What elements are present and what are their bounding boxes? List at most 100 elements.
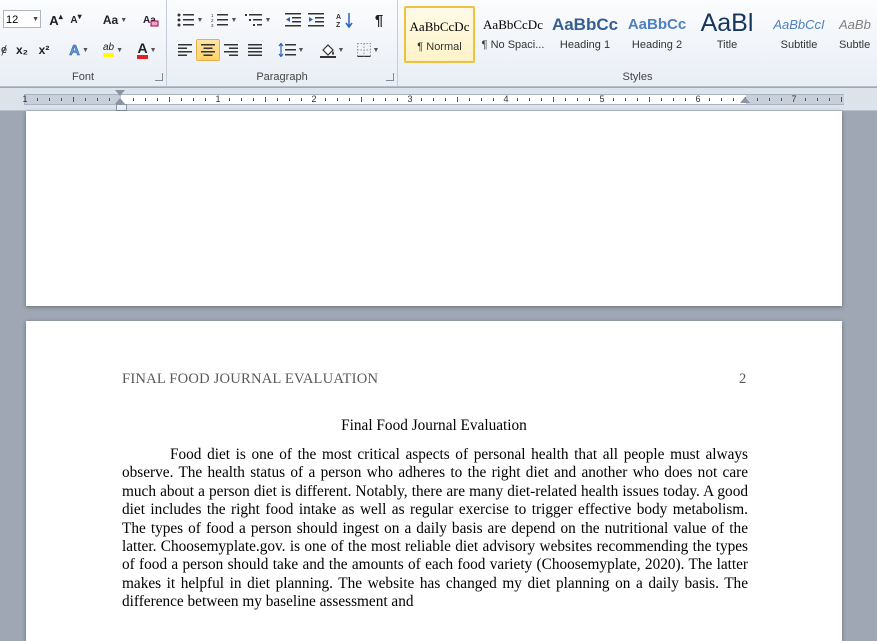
body-paragraph[interactable]: Food diet is one of the most critical as… <box>122 446 748 612</box>
numbering-button[interactable]: 1 2 3 ▼ <box>209 10 239 30</box>
ruler-tick <box>49 98 50 101</box>
ruler-tick <box>829 98 830 101</box>
ruler-tick <box>769 98 770 101</box>
sort-button[interactable]: AZ <box>335 10 355 30</box>
align-left-icon <box>178 44 192 56</box>
ruler-tick <box>433 98 434 101</box>
style-name: ¶ Normal <box>417 41 462 53</box>
style-no-spacing[interactable]: AaBbCcDc ¶ No Spaci... <box>477 6 549 63</box>
ruler-tick <box>193 98 194 101</box>
ruler-tick <box>553 97 554 102</box>
change-case-button[interactable]: Aa ▼ <box>102 10 128 30</box>
paragraph-group: ▼ 1 2 3 ▼ ▼ AZ ¶ ▼ ▼ ▼ Paragraph <box>167 0 398 86</box>
page-number: 2 <box>739 371 747 387</box>
superscript-icon: x² <box>38 43 50 57</box>
multilevel-list-button[interactable]: ▼ <box>243 10 273 30</box>
ruler-tick <box>133 98 134 101</box>
increase-indent-button[interactable] <box>306 10 326 30</box>
align-center-button[interactable] <box>196 39 220 61</box>
strikethrough-button[interactable]: ɇ <box>0 40 8 60</box>
font-dialog-launcher-icon[interactable] <box>155 73 163 81</box>
left-indent-marker[interactable] <box>116 104 127 111</box>
svg-text:Z: Z <box>336 22 341 28</box>
ruler-tick <box>421 98 422 101</box>
text-effects-button[interactable]: A ▼ <box>66 40 92 60</box>
paint-bucket-icon <box>319 44 336 58</box>
grow-font-icon: A <box>49 12 59 28</box>
change-case-icon: Aa <box>102 13 119 27</box>
font-size-value: 12 <box>6 14 19 26</box>
style-normal[interactable]: AaBbCcDc ¶ Normal <box>404 6 475 63</box>
ruler-tick <box>733 98 734 101</box>
ruler-tick <box>205 98 206 101</box>
align-left-button[interactable] <box>175 40 195 60</box>
strikethrough-icon: ɇ <box>0 44 8 56</box>
style-name: Subtitle <box>780 39 818 51</box>
style-subtle-emphasis[interactable]: AaBb Subtle <box>835 6 877 63</box>
font-group-label: Font <box>71 71 94 83</box>
svg-text:A: A <box>336 14 341 21</box>
first-line-indent-marker[interactable] <box>115 90 125 96</box>
increase-indent-icon <box>308 13 324 27</box>
font-color-button[interactable]: A ▼ <box>132 40 162 60</box>
superscript-button[interactable]: x² <box>35 40 53 60</box>
ruler-tick <box>73 97 74 102</box>
ruler-tick <box>277 98 278 101</box>
grow-font-button[interactable]: A ▴ <box>48 10 64 30</box>
show-formatting-marks-button[interactable]: ¶ <box>369 10 389 30</box>
ruler-number: 2 <box>311 94 317 104</box>
align-center-icon <box>201 44 215 56</box>
horizontal-ruler[interactable]: 1 1 2 3 4 5 6 7 <box>0 88 877 111</box>
page-1[interactable] <box>26 111 842 306</box>
ruler-tick <box>817 98 818 101</box>
ruler-number: 4 <box>503 94 509 104</box>
style-heading-2[interactable]: AaBbCc Heading 2 <box>621 6 693 63</box>
highlight-color-button[interactable]: ab ▼ <box>98 40 128 60</box>
page-2[interactable]: FINAL FOOD JOURNAL EVALUATION 2 Final Fo… <box>26 321 842 641</box>
subscript-icon: x₂ <box>15 43 28 57</box>
ruler-tick <box>109 98 110 101</box>
ruler-tick <box>709 98 710 101</box>
style-title[interactable]: AaBl Title <box>693 6 761 63</box>
chevron-down-icon: ▼ <box>32 16 39 23</box>
shrink-font-button[interactable]: A ▾ <box>68 10 84 30</box>
paragraph-group-label: Paragraph <box>256 71 308 83</box>
styles-group-label: Styles <box>622 71 653 83</box>
ruler-tick <box>565 98 566 101</box>
style-heading-1[interactable]: AaBbCc Heading 1 <box>549 6 621 63</box>
ruler-tick <box>637 98 638 101</box>
running-header: FINAL FOOD JOURNAL EVALUATION <box>122 371 379 387</box>
multilevel-list-icon <box>244 14 262 26</box>
borders-button[interactable]: ▼ <box>353 40 383 60</box>
decrease-indent-button[interactable] <box>283 10 303 30</box>
ruler-tick <box>169 97 170 102</box>
ruler-tick <box>529 98 530 101</box>
line-spacing-button[interactable]: ▼ <box>277 40 305 60</box>
justify-button[interactable] <box>245 40 265 60</box>
ruler-number: 6 <box>695 94 701 104</box>
subscript-button[interactable]: x₂ <box>13 40 31 60</box>
style-name: Title <box>716 39 738 51</box>
right-indent-marker[interactable] <box>740 97 750 103</box>
line-spacing-icon <box>278 43 296 57</box>
style-subtitle[interactable]: AaBbCcI Subtitle <box>763 6 835 63</box>
shading-button[interactable]: ▼ <box>317 40 347 60</box>
clear-formatting-button[interactable]: Aa <box>141 10 161 30</box>
bullets-button[interactable]: ▼ <box>175 10 205 30</box>
justify-icon <box>248 44 262 56</box>
paragraph-dialog-launcher-icon[interactable] <box>386 73 394 81</box>
ruler-tick <box>673 98 674 101</box>
align-right-button[interactable] <box>221 40 241 60</box>
ruler-tick <box>97 98 98 101</box>
sort-icon: AZ <box>336 13 353 28</box>
font-size-combo[interactable]: 12 ▼ <box>3 10 41 28</box>
ruler-tick <box>397 98 398 101</box>
text-effects-icon: A <box>69 41 80 59</box>
ruler-tick <box>841 97 842 102</box>
style-sample: AaBbCcDc <box>409 19 470 34</box>
style-sample: AaBbCcDc <box>483 17 543 32</box>
ruler-tick <box>493 98 494 101</box>
ruler-tick <box>241 98 242 101</box>
ruler-tick <box>337 98 338 101</box>
ruler-tick <box>289 98 290 101</box>
